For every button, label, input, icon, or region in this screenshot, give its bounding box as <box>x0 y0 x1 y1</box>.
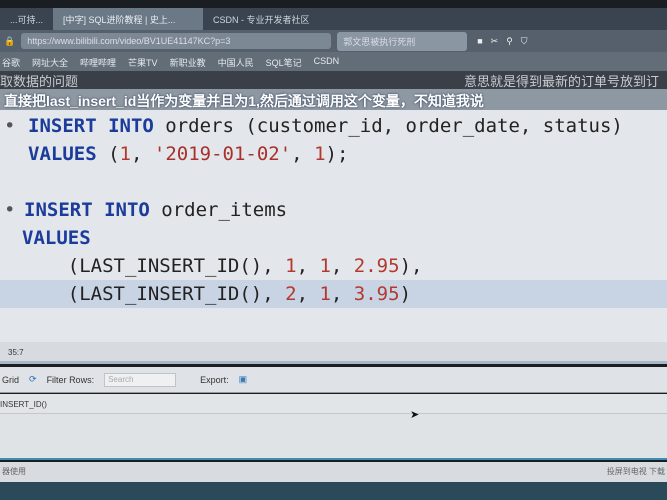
code-token: 1 <box>314 143 326 165</box>
export-label: Export: <box>200 374 229 385</box>
code-token: 2.95 <box>353 255 400 277</box>
code-token: '2019-01-02' <box>153 143 292 165</box>
bookmark[interactable]: 网址大全 <box>32 56 68 68</box>
code-token: , <box>296 255 320 277</box>
code-token: , <box>296 283 320 305</box>
code-token: ( <box>108 143 120 165</box>
code-token: 3.95 <box>353 283 400 305</box>
result-grid <box>0 414 667 460</box>
code-token: , <box>330 255 354 277</box>
browser-tabs: ...可持... [中字] SQL进阶教程 | 史上... CSDN - 专业开… <box>0 8 667 30</box>
code-token: (LAST_INSERT_ID(), <box>22 255 286 277</box>
code-token: INSERT INTO <box>24 199 150 221</box>
subtitle-right: 意思就是得到最新的订单号放到订 <box>463 74 659 89</box>
refresh-icon[interactable]: ⟳ <box>29 374 37 385</box>
search-input[interactable]: 郭文思被执行死刑 <box>337 31 468 51</box>
status-left: 器使用 <box>2 467 26 476</box>
taskbar <box>0 482 667 500</box>
code-token: ), <box>399 255 423 277</box>
code-token: , <box>291 143 315 165</box>
extension-icon[interactable]: ✂ <box>491 36 499 46</box>
lock-icon: 🔒 <box>4 35 16 46</box>
code-line: VALUES (1, '2019-01-02', 1); <box>0 140 667 168</box>
code-line: (LAST_INSERT_ID(), 2, 1, 3.95) <box>0 280 667 308</box>
bookmark[interactable]: CSDN <box>314 56 340 67</box>
filter-rows-label: Filter Rows: <box>46 374 95 385</box>
code-token: INSERT INTO <box>28 115 154 137</box>
code-token: orders (customer_id, order_date, status) <box>165 115 623 137</box>
bookmark[interactable]: SQL笔记 <box>266 56 302 68</box>
result-toolbar: Grid ⟳ Filter Rows: Search Export: ▣ <box>0 367 667 393</box>
tab-active[interactable]: [中字] SQL进阶教程 | 史上... <box>53 8 204 30</box>
code-token: 1 <box>319 283 331 305</box>
extension-icon[interactable]: ⚲ <box>506 36 513 46</box>
code-token: 1 <box>285 255 297 277</box>
code-token: 1 <box>319 255 331 277</box>
editor-status-bar: 35:7 <box>0 342 667 364</box>
cursor-position: 35:7 <box>8 348 24 357</box>
subtitle-line-2: 直接把last_insert_id当作为变量并且为1,然后通过调用这个变量，不知… <box>0 89 667 110</box>
line-marker: • <box>4 199 16 221</box>
code-token: (LAST_INSERT_ID(), <box>22 283 286 305</box>
code-line: • INSERT INTO order_items <box>0 196 667 224</box>
code-line: • INSERT INTO orders (customer_id, order_… <box>0 112 667 140</box>
code-token: VALUES <box>22 227 91 249</box>
bookmark[interactable]: 芒果TV <box>128 56 158 68</box>
line-marker: • <box>4 115 16 137</box>
result-column-header: INSERT_ID() <box>0 394 667 414</box>
tab[interactable]: CSDN - 专业开发者社区 <box>203 8 320 30</box>
code-token: 2 <box>285 283 297 305</box>
code-token: ); <box>325 143 349 165</box>
code-line: VALUES <box>0 224 667 252</box>
subtitle-text: 直接把last_insert_id当作为变量并且为1,然后通过调用这个变量，不知… <box>4 93 484 109</box>
code-token: VALUES <box>28 143 97 165</box>
extension-icon[interactable]: ⛉ <box>521 36 528 46</box>
export-icon[interactable]: ▣ <box>239 374 248 385</box>
bookmark[interactable]: 哔哩哔哩 <box>80 56 116 68</box>
sql-editor[interactable]: • INSERT INTO orders (customer_id, order_… <box>0 110 667 342</box>
code-token: , <box>131 143 154 165</box>
filter-search-input[interactable]: Search <box>104 372 177 387</box>
bookmark[interactable]: 谷歌 <box>2 56 20 68</box>
subtitle-left: 取数据的问题 <box>0 74 79 89</box>
bookmarks-bar: 谷歌 网址大全 哔哩哔哩 芒果TV 新职业教 中国人民 SQL笔记 CSDN <box>0 52 667 71</box>
tab[interactable]: ...可持... <box>0 8 53 30</box>
extension-icons: ■ ✂ ⚲ ⛉ <box>473 36 531 47</box>
column-name: INSERT_ID() <box>0 400 47 409</box>
extension-icon[interactable]: ■ <box>477 36 482 46</box>
code-token: order_items <box>161 199 288 221</box>
code-token: 1 <box>119 143 131 165</box>
result-grid-tab[interactable]: Grid <box>2 375 19 385</box>
bookmark[interactable]: 中国人民 <box>218 56 254 68</box>
url-input[interactable]: https://www.bilibili.com/video/BV1UE4114… <box>21 33 332 49</box>
code-line: (LAST_INSERT_ID(), 1, 1, 2.95), <box>0 252 667 280</box>
code-token: ) <box>399 283 412 305</box>
bookmark[interactable]: 新职业教 <box>170 56 206 68</box>
subtitle-line-1: 取数据的问题 意思就是得到最新的订单号放到订 <box>0 71 667 89</box>
code-token: , <box>330 283 354 305</box>
player-status-bar: 器使用 投屏到电视 下载 <box>0 462 667 482</box>
address-bar-row: 🔒 https://www.bilibili.com/video/BV1UE41… <box>0 30 667 52</box>
mouse-cursor-icon: ➤ <box>410 409 420 421</box>
status-right[interactable]: 投屏到电视 下载 <box>607 466 665 478</box>
